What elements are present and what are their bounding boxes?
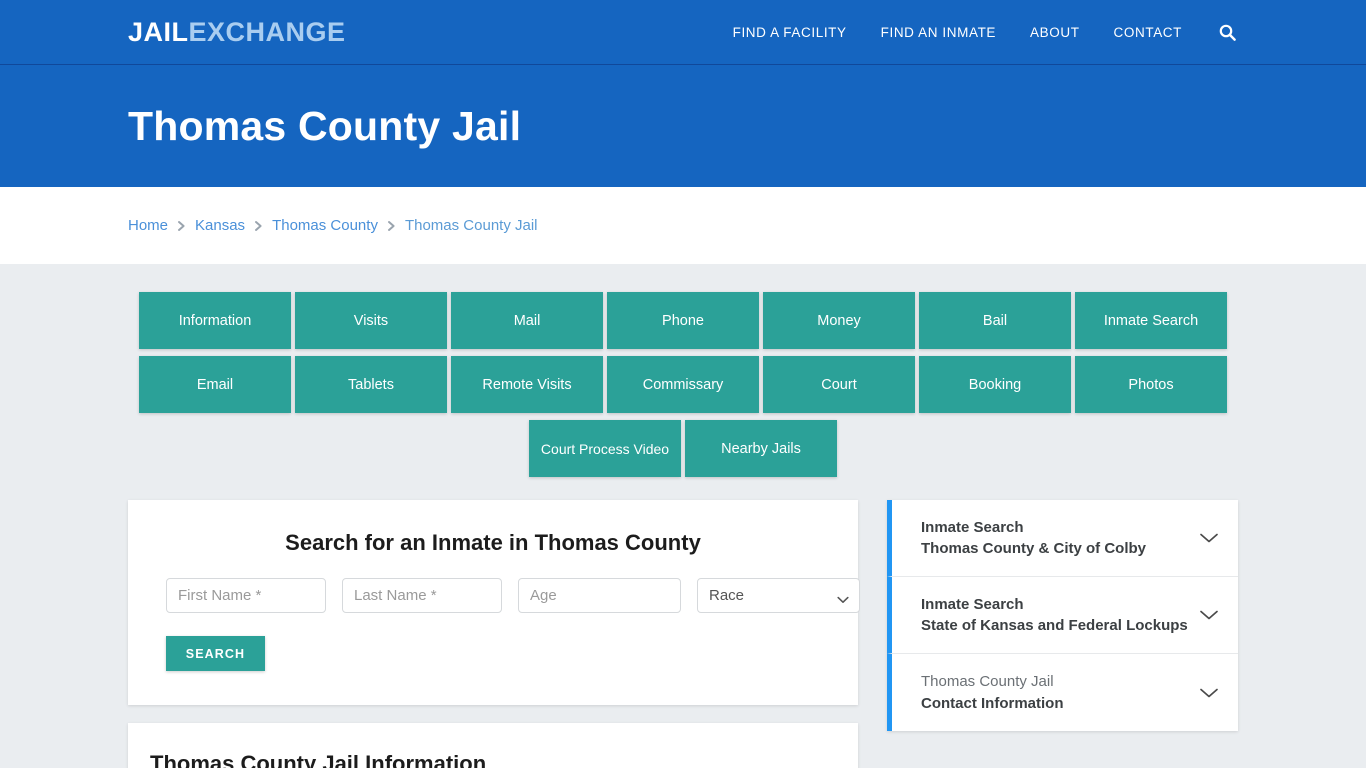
- first-name-input[interactable]: [166, 578, 326, 613]
- search-heading: Search for an Inmate in Thomas County: [285, 530, 701, 555]
- button-row-3: Court Process Video Nearby Jails: [128, 420, 1238, 477]
- accordion-item-subtitle: State of Kansas and Federal Lockups: [921, 617, 1188, 634]
- search-submit-button[interactable]: SEARCH: [166, 636, 265, 671]
- jail-information-card: Thomas County Jail Information: [128, 723, 858, 768]
- section-button-commissary[interactable]: Commissary: [607, 356, 759, 413]
- age-input[interactable]: [518, 578, 681, 613]
- accordion-item-subtitle: Contact Information: [921, 694, 1064, 712]
- logo-text-exchange: EXCHANGE: [188, 16, 346, 47]
- last-name-input[interactable]: [342, 578, 502, 613]
- breadcrumb-item-thomas-county-jail[interactable]: Thomas County Jail: [405, 217, 538, 234]
- main-content: Information Visits Mail Phone Money Bail…: [0, 264, 1366, 768]
- jail-information-heading: Thomas County Jail Information: [150, 751, 487, 768]
- accordion-item-contact-information[interactable]: Thomas County Jail Contact Information: [887, 654, 1238, 731]
- sidebar-accordion: Inmate Search Thomas County & City of Co…: [887, 500, 1238, 731]
- breadcrumb-item-thomas-county[interactable]: Thomas County: [272, 217, 378, 234]
- section-button-inmate-search[interactable]: Inmate Search: [1075, 292, 1227, 349]
- breadcrumb-bar: Home Kansas Thomas County Thomas County …: [0, 187, 1366, 264]
- search-icon[interactable]: [1216, 21, 1238, 43]
- search-form-row: Race: [148, 578, 860, 613]
- section-button-visits[interactable]: Visits: [295, 292, 447, 349]
- section-button-information[interactable]: Information: [139, 292, 291, 349]
- section-button-tablets[interactable]: Tablets: [295, 356, 447, 413]
- chevron-right-icon: [387, 220, 396, 232]
- accordion-item-title: Inmate Search: [921, 518, 1024, 536]
- accordion-item-text: Inmate Search State of Kansas and Federa…: [921, 594, 1198, 637]
- chevron-down-icon[interactable]: [1198, 532, 1220, 544]
- site-logo[interactable]: JAILEXCHANGE: [128, 16, 346, 47]
- nav-contact[interactable]: CONTACT: [1114, 25, 1182, 40]
- nav-find-an-inmate[interactable]: FIND AN INMATE: [881, 25, 996, 40]
- chevron-right-icon: [254, 220, 263, 232]
- content-columns: Search for an Inmate in Thomas County Ra…: [128, 500, 1238, 768]
- section-button-mail[interactable]: Mail: [451, 292, 603, 349]
- main-navigation: FIND A FACILITY FIND AN INMATE ABOUT CON…: [733, 21, 1238, 43]
- page-title: Thomas County Jail: [128, 102, 522, 149]
- site-header: JAILEXCHANGE FIND A FACILITY FIND AN INM…: [0, 0, 1366, 65]
- section-button-money[interactable]: Money: [763, 292, 915, 349]
- breadcrumb-item-kansas[interactable]: Kansas: [195, 217, 245, 234]
- accordion-item-text: Thomas County Jail Contact Information: [921, 671, 1198, 714]
- section-button-remote-visits[interactable]: Remote Visits: [451, 356, 603, 413]
- breadcrumb-item-home[interactable]: Home: [128, 217, 168, 234]
- race-select[interactable]: Race: [697, 578, 860, 613]
- section-button-court-process-video[interactable]: Court Process Video: [529, 420, 681, 477]
- race-select-wrapper: Race: [697, 578, 860, 613]
- accordion-item-title: Inmate Search: [921, 595, 1024, 613]
- accordion-item-title: Thomas County Jail: [921, 673, 1054, 691]
- button-row-2: Email Tablets Remote Visits Commissary C…: [128, 356, 1238, 413]
- section-button-bail[interactable]: Bail: [919, 292, 1071, 349]
- page-hero: Thomas County Jail: [0, 65, 1366, 187]
- inmate-search-card: Search for an Inmate in Thomas County Ra…: [128, 500, 860, 705]
- breadcrumb: Home Kansas Thomas County Thomas County …: [128, 217, 538, 234]
- accordion-item-inmate-search-county[interactable]: Inmate Search Thomas County & City of Co…: [887, 500, 1238, 577]
- section-button-nearby-jails[interactable]: Nearby Jails: [685, 420, 837, 477]
- accordion-item-text: Inmate Search Thomas County & City of Co…: [921, 517, 1198, 560]
- section-button-booking[interactable]: Booking: [919, 356, 1071, 413]
- accordion-item-subtitle: Thomas County & City of Colby: [921, 540, 1146, 557]
- chevron-right-icon: [177, 220, 186, 232]
- nav-find-a-facility[interactable]: FIND A FACILITY: [733, 25, 847, 40]
- section-button-phone[interactable]: Phone: [607, 292, 759, 349]
- logo-text-jail: JAIL: [128, 16, 189, 47]
- chevron-down-icon[interactable]: [1198, 609, 1220, 621]
- right-column: Inmate Search Thomas County & City of Co…: [887, 500, 1238, 731]
- section-button-email[interactable]: Email: [139, 356, 291, 413]
- section-button-photos[interactable]: Photos: [1075, 356, 1227, 413]
- chevron-down-icon[interactable]: [1198, 687, 1220, 699]
- button-row-1: Information Visits Mail Phone Money Bail…: [128, 292, 1238, 349]
- facility-section-buttons: Information Visits Mail Phone Money Bail…: [128, 264, 1238, 477]
- accordion-item-inmate-search-state[interactable]: Inmate Search State of Kansas and Federa…: [887, 577, 1238, 654]
- nav-about[interactable]: ABOUT: [1030, 25, 1080, 40]
- section-button-court[interactable]: Court: [763, 356, 915, 413]
- left-column: Search for an Inmate in Thomas County Ra…: [128, 500, 860, 768]
